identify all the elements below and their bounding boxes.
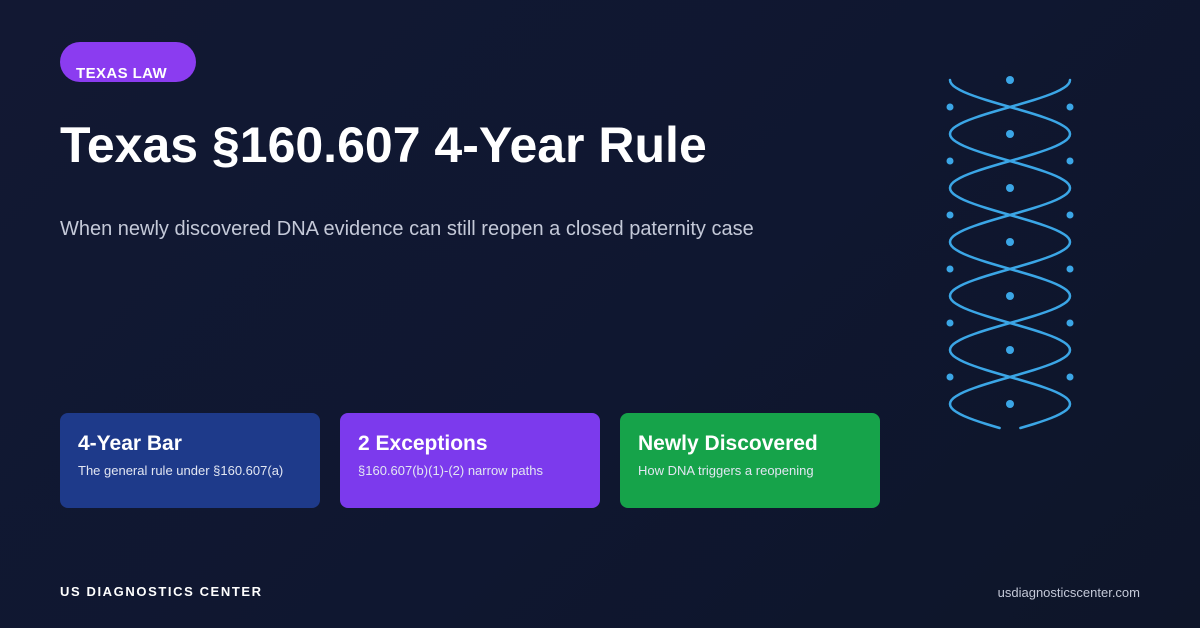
helix-node	[1006, 292, 1014, 300]
card-exceptions: 2 Exceptions §160.607(b)(1)-(2) narrow p…	[340, 413, 600, 508]
card-description: How DNA triggers a reopening	[638, 463, 814, 478]
helix-node	[1066, 157, 1074, 165]
card-title: Newly Discovered	[638, 432, 818, 455]
helix-node	[946, 319, 954, 327]
card-four-year-bar: 4-Year Bar The general rule under §160.6…	[60, 413, 320, 508]
website-link[interactable]: usdiagnosticscenter.com	[998, 585, 1140, 600]
helix-node	[1006, 400, 1014, 408]
card-title: 4-Year Bar	[78, 432, 182, 455]
helix-node	[946, 373, 954, 381]
helix-node	[1006, 76, 1014, 84]
helix-node	[1006, 346, 1014, 354]
helix-node	[1066, 103, 1074, 111]
helix-node	[946, 103, 954, 111]
helix-node	[1066, 373, 1074, 381]
helix-node	[946, 265, 954, 273]
helix-node	[946, 211, 954, 219]
helix-node	[946, 157, 954, 165]
card-description: The general rule under §160.607(a)	[78, 463, 284, 478]
helix-node	[1066, 265, 1074, 273]
helix-node	[1066, 211, 1074, 219]
brand-name: US DIAGNOSTICS CENTER	[60, 584, 263, 599]
page-subtitle: When newly discovered DNA evidence can s…	[60, 218, 754, 240]
page-title: Texas §160.607 4-Year Rule	[60, 117, 707, 173]
helix-node	[1006, 238, 1014, 246]
helix-node	[1066, 319, 1074, 327]
card-description: §160.607(b)(1)-(2) narrow paths	[358, 463, 543, 478]
helix-node	[1006, 184, 1014, 192]
card-newly-discovered: Newly Discovered How DNA triggers a reop…	[620, 413, 880, 508]
helix-node	[1006, 130, 1014, 138]
card-title: 2 Exceptions	[358, 432, 488, 455]
category-badge: TEXAS LAW	[60, 42, 196, 82]
dna-helix-icon	[946, 76, 1074, 430]
